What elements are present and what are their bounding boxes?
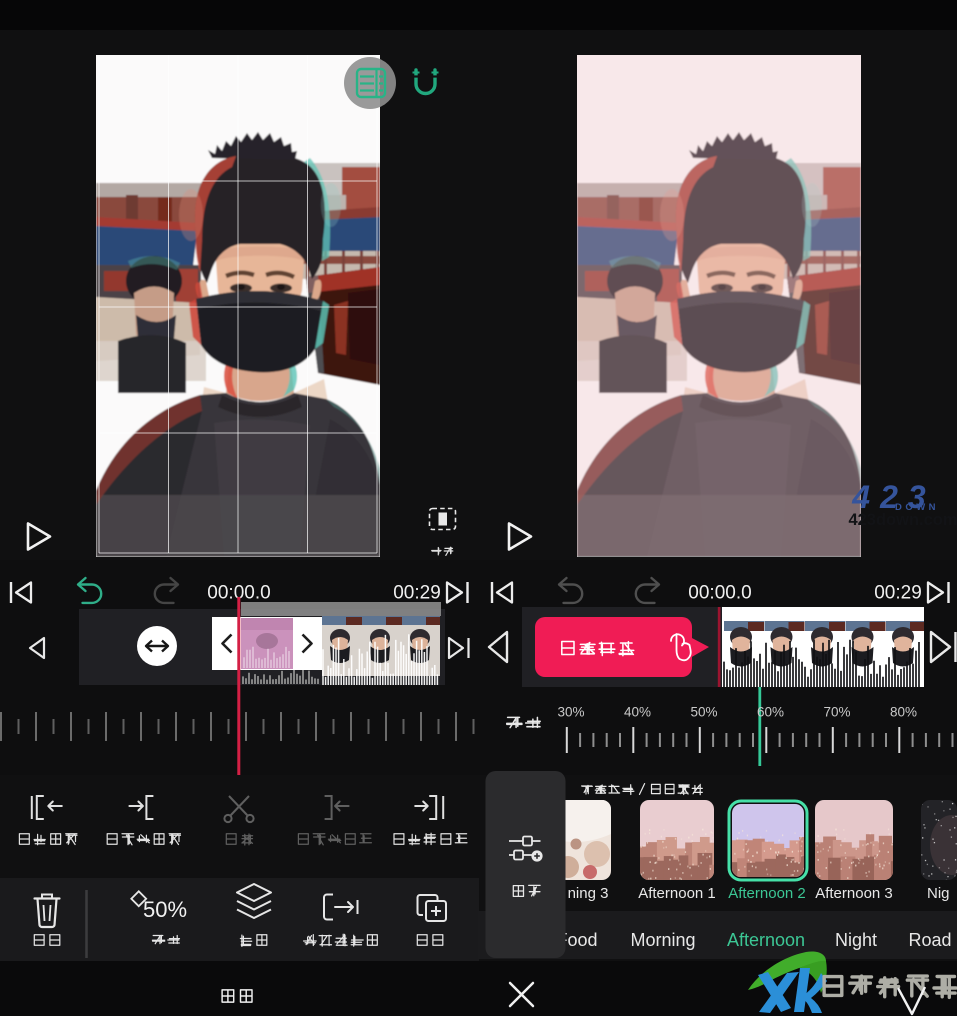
svg-text:Night: Night [835, 930, 877, 950]
svg-text:80%: 80% [890, 705, 917, 720]
svg-text:Afternoon 2: Afternoon 2 [728, 885, 806, 902]
svg-text:ning 3: ning 3 [568, 885, 609, 902]
svg-text:60%: 60% [757, 705, 784, 720]
svg-text:Road: Road [908, 930, 951, 950]
svg-text:00:00.0: 00:00.0 [688, 583, 751, 604]
svg-text:Afternoon: Afternoon [727, 930, 805, 950]
svg-text:Afternoon 1: Afternoon 1 [638, 885, 716, 902]
svg-text:Morning: Morning [630, 930, 695, 950]
svg-text:50%: 50% [690, 705, 717, 720]
svg-text:00:29: 00:29 [874, 583, 922, 604]
svg-text:70%: 70% [823, 705, 850, 720]
svg-text:423down.com: 423down.com [848, 511, 957, 529]
svg-text:40%: 40% [624, 705, 651, 720]
svg-text:Afternoon 3: Afternoon 3 [815, 885, 893, 902]
svg-text:Nig: Nig [927, 885, 950, 902]
svg-text:00:29: 00:29 [393, 583, 441, 604]
svg-text:30%: 30% [557, 705, 584, 720]
svg-text:50%: 50% [143, 897, 187, 922]
